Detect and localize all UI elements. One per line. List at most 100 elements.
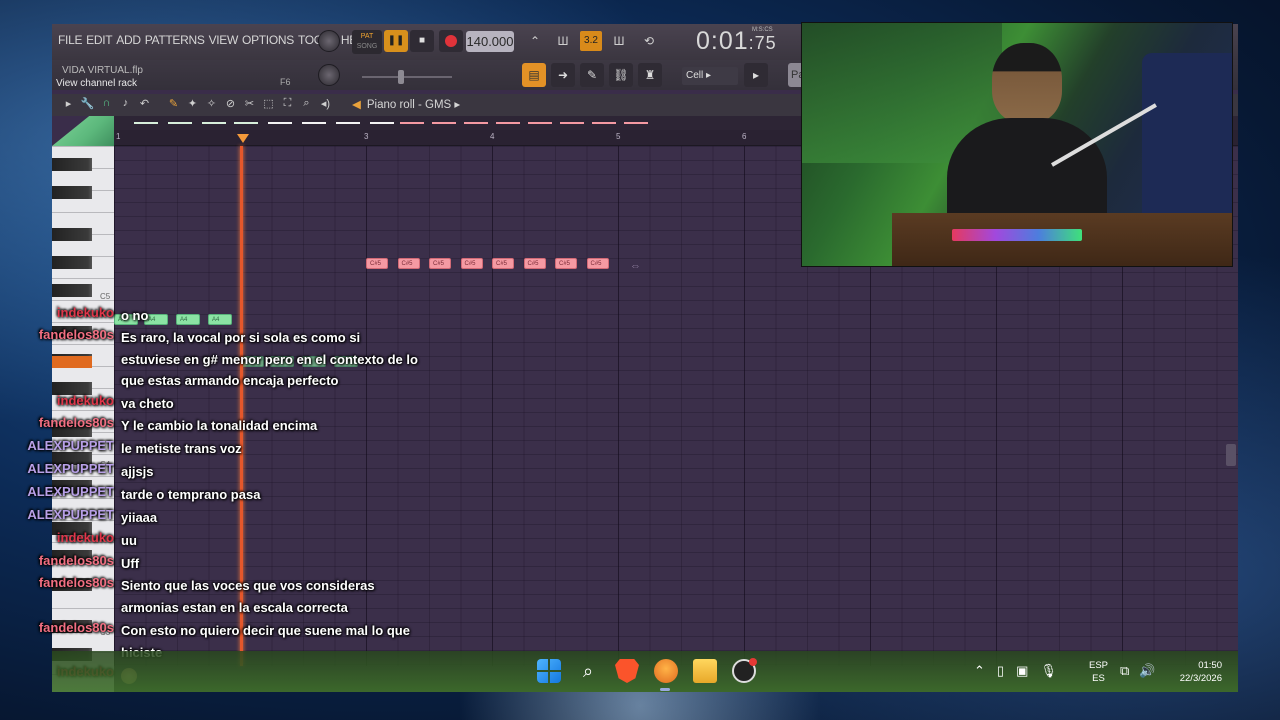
- usb-icon[interactable]: ▯: [997, 663, 1004, 679]
- event-bar: [464, 122, 488, 124]
- piano-roll-icon[interactable]: ▤: [522, 63, 546, 87]
- play-pattern-icon[interactable]: ▸: [744, 63, 768, 87]
- microphone-icon[interactable]: 🎙: [1040, 663, 1057, 679]
- menu-add[interactable]: ADD: [116, 33, 141, 47]
- slice-icon[interactable]: ✂: [241, 97, 258, 110]
- hint-bar: VIDA VIRTUAL.flp View channel rack: [56, 64, 143, 90]
- snap-select[interactable]: Cell ▸: [682, 67, 738, 85]
- chat-username[interactable]: ALEXPUPPET: [0, 484, 121, 506]
- chat-text: ajjsjs: [121, 464, 154, 479]
- volume-icon[interactable]: 🔊: [1139, 663, 1155, 679]
- playhead-marker[interactable]: [237, 134, 249, 143]
- chat-message: ALEXPUPPET tarde o temprano pasa: [0, 484, 421, 506]
- chat-username[interactable]: fandelos80s: [0, 415, 121, 437]
- tempo-display[interactable]: 140.000: [466, 31, 514, 52]
- chat-text: Y le cambio la tonalidad encima: [121, 418, 318, 433]
- select-icon[interactable]: ⬚: [260, 97, 277, 110]
- file-explorer-icon[interactable]: [693, 659, 717, 683]
- tray-overflow-icon[interactable]: ⌃: [974, 663, 985, 679]
- master-volume-knob[interactable]: [318, 30, 340, 52]
- menu-arrow-icon[interactable]: ▸: [60, 97, 77, 110]
- note-block[interactable]: C#5: [460, 258, 483, 269]
- fit-icon[interactable]: ⛶: [279, 97, 296, 110]
- record-button[interactable]: [439, 30, 463, 52]
- system-tray: ⌃ ▯ ▣ 🎙: [974, 663, 1057, 679]
- chat-username[interactable]: fandelos80s: [0, 575, 121, 618]
- ruler-bar-label: 4: [490, 132, 495, 141]
- note-block[interactable]: C#5: [492, 258, 514, 269]
- black-key[interactable]: [52, 256, 92, 269]
- black-key[interactable]: [52, 158, 92, 171]
- note-block[interactable]: C#5: [523, 258, 546, 269]
- menu-edit[interactable]: EDIT: [86, 33, 112, 47]
- ghost-note-icon: ⇔: [630, 260, 641, 272]
- beat-icon[interactable]: 3.2: [580, 31, 602, 51]
- chat-username[interactable]: fandelos80s: [0, 327, 121, 392]
- black-key[interactable]: [52, 186, 92, 199]
- channel-tab[interactable]: [52, 116, 114, 146]
- master-slider[interactable]: [362, 70, 452, 84]
- webcam-keyboard: [952, 229, 1082, 241]
- ruler-bar-label: 6: [742, 132, 747, 141]
- note-block[interactable]: C#5: [366, 258, 388, 269]
- chat-username[interactable]: ALEXPUPPET: [0, 438, 121, 460]
- master-pitch-knob[interactable]: [318, 64, 340, 86]
- mute-icon[interactable]: ⊘: [222, 97, 239, 110]
- note-icon[interactable]: ♪: [117, 97, 134, 110]
- note-block[interactable]: C#5: [555, 258, 577, 269]
- note-block[interactable]: C#5: [586, 258, 609, 269]
- speaker-icon[interactable]: ◂): [317, 97, 334, 110]
- search-icon[interactable]: ⌕: [576, 659, 600, 683]
- brush-icon[interactable]: ✎: [580, 63, 604, 87]
- event-bar: [432, 122, 456, 124]
- language-indicator[interactable]: ESP ES: [1089, 659, 1108, 685]
- black-key[interactable]: [52, 284, 92, 297]
- event-bar: [268, 122, 292, 124]
- play-button[interactable]: ❚❚: [384, 30, 408, 52]
- app-tray-icon[interactable]: ▣: [1016, 663, 1028, 679]
- fl-studio-icon[interactable]: [654, 659, 678, 683]
- metronome-icon[interactable]: ⌃: [524, 31, 546, 51]
- arrow-icon[interactable]: ➜: [551, 63, 575, 87]
- wait-icon[interactable]: Ш: [552, 31, 574, 51]
- delete-tool-icon[interactable]: ✧: [203, 97, 220, 110]
- wrench-icon[interactable]: 🔧: [79, 97, 96, 110]
- menu-options[interactable]: OPTIONS: [242, 33, 294, 47]
- ruler-bar-label: 3: [364, 132, 369, 141]
- piano-roll-title[interactable]: ◀ Piano roll - GMS ▸: [352, 97, 460, 111]
- note-block[interactable]: C#5: [429, 258, 451, 269]
- blend-icon[interactable]: Ш: [608, 31, 630, 51]
- vertical-scrollbar[interactable]: [1226, 444, 1236, 466]
- magnet-icon[interactable]: ∩: [98, 97, 115, 110]
- black-key[interactable]: [52, 228, 92, 241]
- loop-record-icon[interactable]: ⟲: [638, 31, 660, 51]
- link-icon[interactable]: ⛓: [609, 63, 633, 87]
- chat-username[interactable]: indekuko: [0, 393, 121, 415]
- chat-username[interactable]: ALEXPUPPET: [0, 461, 121, 483]
- obs-icon[interactable]: [732, 658, 757, 683]
- slider-handle[interactable]: [398, 70, 404, 84]
- zoom-icon[interactable]: ⌕: [298, 97, 315, 110]
- time-main: 0:01: [696, 27, 749, 55]
- network-icon[interactable]: ⧉: [1120, 663, 1129, 679]
- event-bar: [302, 122, 326, 124]
- paint-icon[interactable]: ✦: [184, 97, 201, 110]
- menu-file[interactable]: FILE: [58, 33, 82, 47]
- menu-patterns[interactable]: PATTERNS: [145, 33, 205, 47]
- chat-username[interactable]: fandelos80s: [0, 553, 121, 575]
- chat-username[interactable]: indekuko: [0, 530, 121, 552]
- menu-view[interactable]: VIEW: [209, 33, 239, 47]
- chat-username[interactable]: ALEXPUPPET: [0, 507, 121, 529]
- stamp-icon[interactable]: ♜: [638, 63, 662, 87]
- event-bar: [370, 122, 394, 124]
- note-block[interactable]: C#5: [397, 258, 420, 269]
- stop-button[interactable]: ■: [410, 30, 434, 52]
- pat-song-toggle[interactable]: PAT SONG: [352, 30, 382, 54]
- undo-icon[interactable]: ↶: [136, 97, 153, 110]
- taskbar-clock[interactable]: 01:50 22/3/2026: [1170, 659, 1222, 685]
- chat-username[interactable]: indekuko: [0, 305, 121, 327]
- pencil-icon[interactable]: ✎: [165, 97, 182, 110]
- brave-browser-icon[interactable]: [615, 659, 639, 683]
- white-key-edge: [52, 212, 114, 213]
- windows-start-icon[interactable]: [537, 659, 561, 683]
